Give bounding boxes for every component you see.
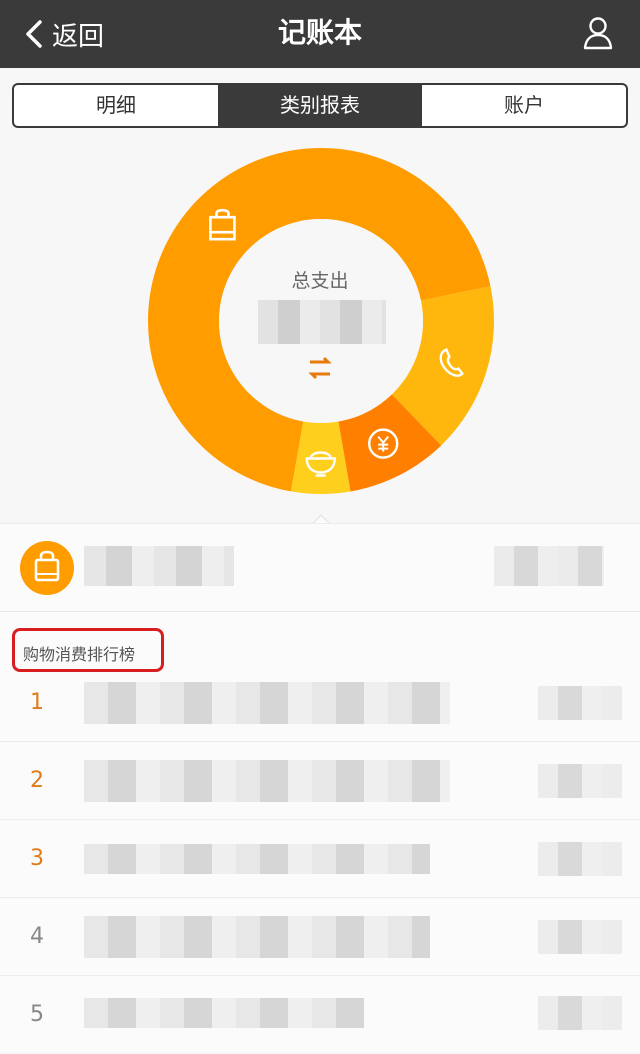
switch-arrows-icon[interactable] bbox=[304, 356, 336, 382]
ranking-amount-blurred bbox=[538, 764, 622, 798]
rank-number: 2 bbox=[30, 768, 44, 793]
ranking-item-blurred bbox=[84, 998, 364, 1028]
ranking-amount-blurred bbox=[538, 686, 622, 720]
tab-details[interactable]: 明细 bbox=[14, 85, 218, 126]
rank-number: 1 bbox=[30, 690, 44, 715]
category-name-blurred bbox=[84, 546, 234, 586]
user-icon[interactable] bbox=[582, 16, 614, 50]
ranking-amount-blurred bbox=[538, 996, 622, 1030]
ranking-amount-blurred bbox=[538, 842, 622, 876]
category-badge bbox=[20, 541, 74, 595]
tab-category-report[interactable]: 类别报表 bbox=[218, 85, 422, 126]
tab-accounts[interactable]: 账户 bbox=[422, 85, 626, 126]
selected-category-row[interactable] bbox=[0, 524, 640, 612]
category-amount-blurred bbox=[494, 546, 604, 586]
ranking-item-blurred bbox=[84, 682, 450, 724]
ranking-row-4[interactable]: 4 bbox=[0, 898, 640, 976]
total-expense-label: 总支出 bbox=[291, 270, 349, 292]
shopping-bag-icon bbox=[34, 550, 60, 582]
rank-number: 5 bbox=[30, 1002, 44, 1027]
ranking-row-1[interactable]: 1 bbox=[0, 664, 640, 742]
ranking-row-3[interactable]: 3 bbox=[0, 820, 640, 898]
total-expense-value-blurred bbox=[258, 300, 386, 344]
ranking-item-blurred bbox=[84, 916, 430, 958]
nav-bar: 返回 记账本 bbox=[0, 0, 640, 68]
segmented-tabs: 明细 类别报表 账户 bbox=[12, 83, 628, 128]
ranking-row-5[interactable]: 5 bbox=[0, 976, 640, 1054]
page-title: 记账本 bbox=[277, 16, 362, 49]
ranking-item-blurred bbox=[84, 844, 430, 874]
rank-number: 4 bbox=[30, 924, 44, 949]
ranking-amount-blurred bbox=[538, 920, 622, 954]
rank-number: 3 bbox=[30, 846, 44, 871]
ranking-heading-text: 购物消费排行榜 bbox=[23, 645, 136, 664]
ranking-row-2[interactable]: 2 bbox=[0, 742, 640, 820]
ranking-item-blurred bbox=[84, 760, 450, 802]
